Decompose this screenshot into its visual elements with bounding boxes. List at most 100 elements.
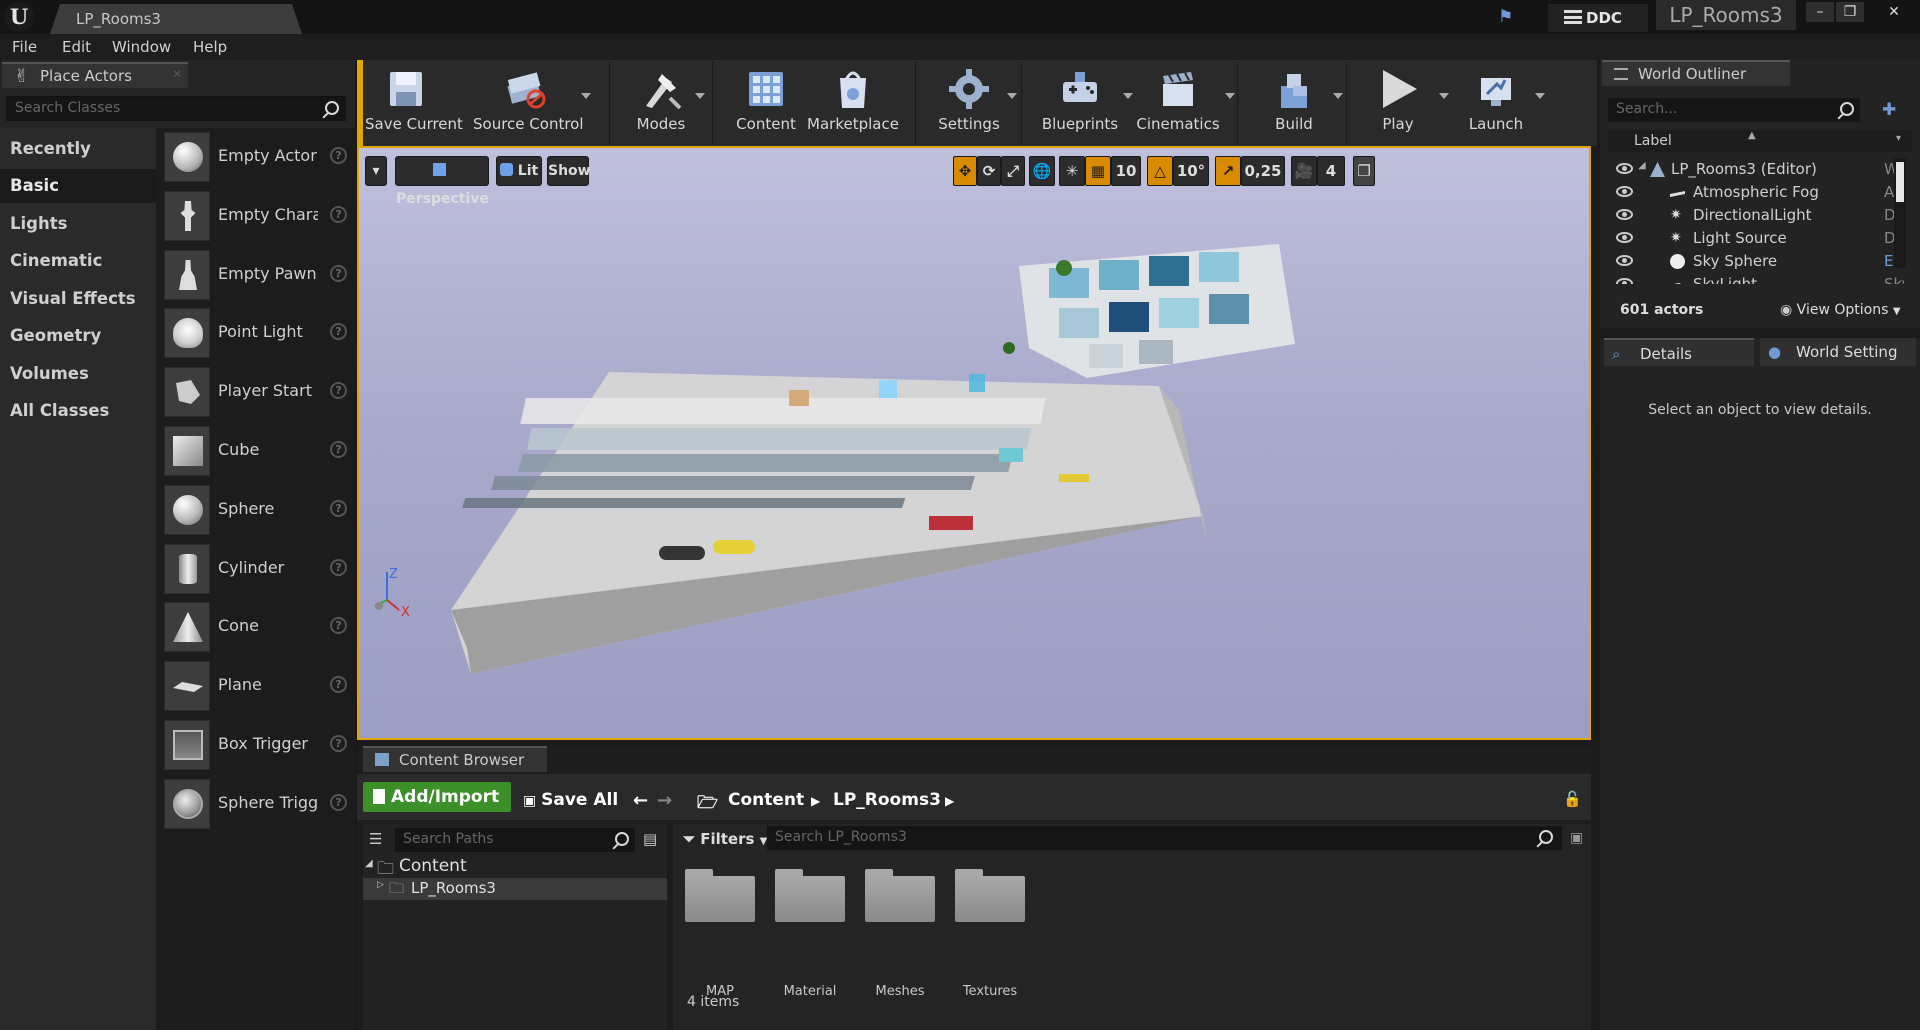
outliner-scroll-thumb[interactable] (1896, 162, 1904, 202)
menu-edit[interactable]: Edit (62, 38, 91, 56)
search-classes-input[interactable]: Search Classes (6, 96, 346, 121)
details-tab[interactable]: ⌕ Details (1604, 338, 1754, 366)
modes-dropdown-icon[interactable] (695, 93, 705, 99)
rotation-snap-value[interactable]: 10° (1173, 156, 1209, 186)
history-forward-icon[interactable]: → (657, 790, 672, 811)
world-settings-tab[interactable]: ● World Setting (1760, 338, 1916, 366)
history-back-icon[interactable]: ← (633, 790, 648, 811)
lock-icon[interactable]: 🔓 (1563, 790, 1582, 808)
build-button[interactable]: Build (1253, 60, 1343, 146)
visibility-eye-icon[interactable] (1616, 278, 1633, 284)
breadcrumb-arrow-icon[interactable]: ▶ (811, 794, 820, 808)
search-icon[interactable] (325, 101, 339, 115)
perspective-button[interactable]: Perspective (395, 156, 489, 207)
visibility-eye-icon[interactable] (1616, 209, 1633, 220)
folder-open-icon[interactable]: 🗁 (697, 790, 718, 819)
category-visual-effects[interactable]: Visual Effects (0, 282, 156, 316)
launch-button[interactable]: Launch (1455, 60, 1545, 146)
show-button[interactable]: Show (547, 156, 591, 186)
actor-cylinder[interactable]: Cylinder ? (164, 542, 348, 596)
actor-cube[interactable]: Cube ? (164, 424, 348, 478)
level-viewport[interactable]: Z X ▾ Perspective Lit Show ✥ ⟳ ⤢ 🌐 ✳ ▦ 1… (357, 146, 1591, 740)
category-all-classes[interactable]: All Classes (0, 394, 156, 428)
path-view-options-icon[interactable]: ▤ (643, 830, 657, 848)
scale-tool-icon[interactable]: ⤢ (1001, 156, 1025, 186)
marketplace-button[interactable]: Marketplace (803, 60, 903, 146)
help-icon[interactable]: ? (330, 323, 347, 340)
place-actors-tab[interactable]: ✌ Place Actors ✕ (2, 62, 188, 88)
help-icon[interactable]: ? (330, 382, 347, 399)
save-all-button[interactable]: ▣ Save All (523, 790, 618, 810)
save-search-icon[interactable]: ▣ (1570, 830, 1583, 846)
visibility-eye-icon[interactable] (1616, 186, 1633, 197)
category-volumes[interactable]: Volumes (0, 357, 156, 391)
breadcrumb-arrow-icon[interactable]: ▶ (945, 794, 954, 808)
outliner-column-header[interactable]: Label ▲ ▾ (1608, 130, 1912, 152)
ddc-button[interactable]: DDC (1548, 4, 1648, 32)
source-control-dropdown-icon[interactable] (581, 93, 591, 99)
viewport-options-button[interactable]: ▾ (365, 156, 387, 186)
actor-empty-actor[interactable]: Empty Actor ? (164, 130, 348, 184)
actor-sphere-trigger[interactable]: Sphere Trigger ? (164, 777, 348, 831)
content-button[interactable]: Content (725, 60, 807, 146)
help-icon[interactable]: ? (330, 617, 347, 634)
category-basic[interactable]: Basic (0, 169, 156, 203)
actor-empty-pawn[interactable]: Empty Pawn ? (164, 248, 348, 302)
actor-point-light[interactable]: Point Light ? (164, 306, 348, 360)
actor-cone[interactable]: Cone ? (164, 600, 348, 654)
translate-tool-icon[interactable]: ✥ (953, 156, 977, 186)
category-recently-placed[interactable]: Recently Placed (0, 132, 156, 192)
lit-button[interactable]: Lit (496, 156, 542, 186)
outliner-search-input[interactable]: Search... (1608, 98, 1860, 122)
outliner-row-light-source[interactable]: ✷ Light Source DirectionalLight (1608, 227, 1912, 250)
help-icon[interactable]: ? (330, 559, 347, 576)
world-outliner-tab[interactable]: World Outliner (1602, 60, 1790, 86)
outliner-row-atmospheric-fog[interactable]: Atmospheric Fog AtmosphericFog (1608, 181, 1912, 204)
add-folder-icon[interactable]: ✚ (1882, 100, 1896, 120)
sources-toggle-icon[interactable]: ☰ (369, 830, 382, 848)
help-icon[interactable]: ? (330, 147, 347, 164)
menu-help[interactable]: Help (193, 38, 227, 56)
help-icon[interactable]: ? (330, 206, 347, 223)
column-options-icon[interactable]: ▾ (1896, 133, 1901, 144)
view-options-button[interactable]: ◉ View Options ▼ (1780, 302, 1901, 318)
outliner-row-skylight[interactable]: ☁ SkyLight SkyLight (1608, 273, 1912, 284)
breadcrumb-lp-rooms3[interactable]: LP_Rooms3 (833, 790, 941, 810)
scale-snap-icon[interactable]: ↗ (1215, 156, 1241, 186)
modes-button[interactable]: Modes (621, 60, 705, 146)
category-cinematic[interactable]: Cinematic (0, 244, 156, 278)
tree-item-lp-rooms3[interactable]: ▷ 🗀 LP_Rooms3 (363, 878, 667, 900)
unreal-logo-icon[interactable]: U (4, 2, 34, 32)
breadcrumb-content[interactable]: Content (728, 790, 804, 810)
help-icon[interactable]: ? (330, 265, 347, 282)
search-icon[interactable] (1840, 102, 1854, 116)
content-browser-tab[interactable]: Content Browser (363, 746, 547, 772)
help-icon[interactable]: ? (330, 794, 347, 811)
outliner-row-directional-light[interactable]: ✷ DirectionalLight DirectionalLight (1608, 204, 1912, 227)
menu-window[interactable]: Window (112, 38, 171, 56)
world-space-icon[interactable]: 🌐 (1029, 156, 1055, 186)
menu-file[interactable]: File (12, 38, 37, 56)
sort-ascending-icon[interactable]: ▲ (1748, 130, 1756, 141)
actor-plane[interactable]: Plane ? (164, 659, 348, 713)
camera-speed-value[interactable]: 4 (1317, 156, 1345, 186)
scale-snap-value[interactable]: 0,25 (1241, 156, 1285, 186)
build-dropdown-icon[interactable] (1333, 93, 1343, 99)
outliner-scrollbar[interactable] (1894, 158, 1906, 268)
outliner-row-sky-sphere[interactable]: Sky Sphere Edit BP_Sky_Sphere (1608, 250, 1912, 273)
maximize-viewport-icon[interactable]: ❐ (1353, 156, 1375, 186)
category-geometry[interactable]: Geometry (0, 319, 156, 353)
blueprints-button[interactable]: Blueprints (1033, 60, 1133, 146)
cinematics-dropdown-icon[interactable] (1225, 93, 1235, 99)
rotation-snap-icon[interactable]: △ (1147, 156, 1173, 186)
search-icon[interactable] (1539, 830, 1553, 844)
help-icon[interactable]: ? (330, 441, 347, 458)
actor-box-trigger[interactable]: Box Trigger ? (164, 718, 348, 772)
launch-dropdown-icon[interactable] (1535, 93, 1545, 99)
play-button[interactable]: Play (1357, 60, 1449, 146)
expand-arrow-icon[interactable]: ◢ (365, 858, 373, 869)
settings-dropdown-icon[interactable] (1007, 93, 1017, 99)
help-icon[interactable]: ? (330, 676, 347, 693)
search-paths-input[interactable]: Search Paths (395, 828, 635, 852)
close-tab-icon[interactable]: ✕ (172, 67, 182, 81)
